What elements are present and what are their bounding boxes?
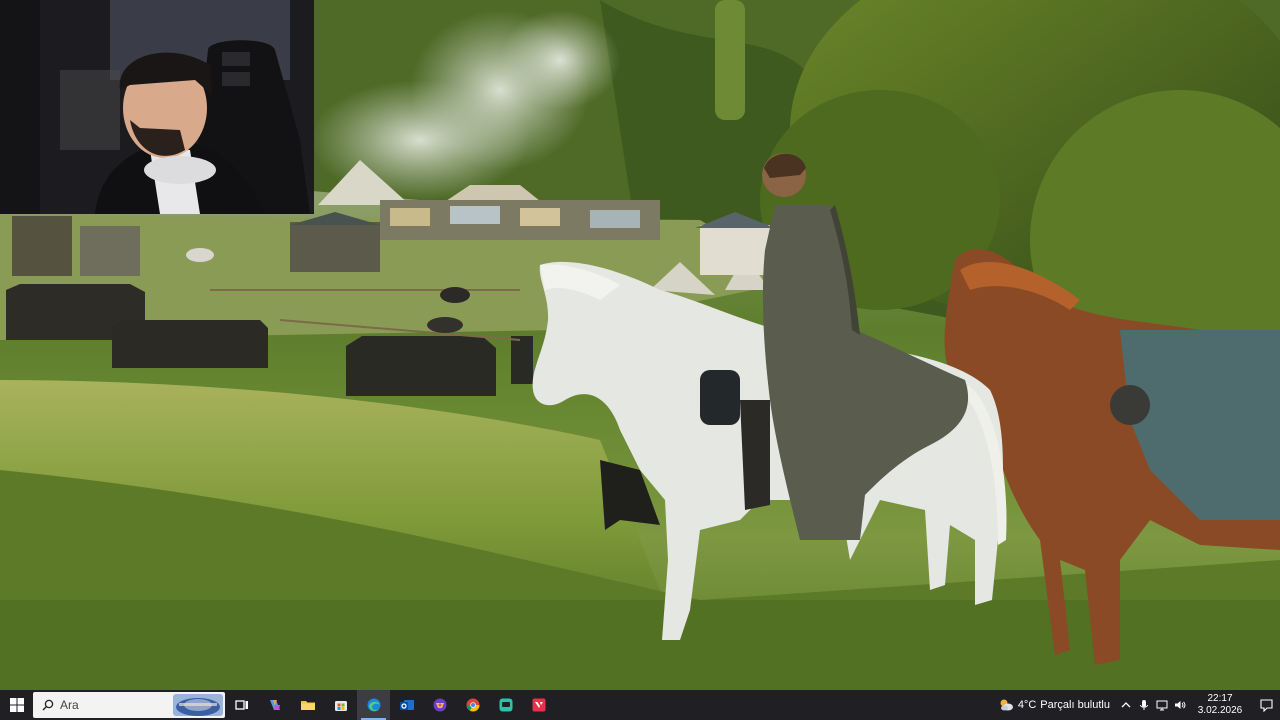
taskbar: 4°C Parçalı bulutlu 22 [0, 690, 1280, 720]
clock-date: 3.02.2026 [1197, 705, 1243, 716]
task-view-button[interactable] [225, 690, 258, 720]
volume-icon[interactable] [1174, 699, 1186, 711]
weather-widget[interactable]: 4°C Parçalı bulutlu [998, 698, 1110, 712]
notification-icon [1259, 698, 1273, 712]
system-tray: 4°C Parçalı bulutlu 22:17 3.02.2026 [998, 690, 1280, 720]
weather-condition: Parçalı bulutlu [1040, 699, 1110, 711]
microphone-icon[interactable] [1138, 699, 1150, 711]
file-explorer-button[interactable] [291, 690, 324, 720]
search-highlight-image [173, 694, 223, 716]
chat-icon [499, 698, 512, 712]
taskbar-search-box[interactable] [33, 692, 225, 718]
store-icon [334, 701, 347, 711]
edge-button[interactable] [357, 690, 390, 720]
chevron-up-icon[interactable] [1120, 699, 1132, 711]
outlook-button[interactable] [390, 690, 423, 720]
webcam-feed [0, 0, 314, 214]
outlook-icon [399, 700, 414, 710]
copilot-button[interactable] [258, 690, 291, 720]
partly-cloudy-icon [1000, 699, 1013, 711]
search-input[interactable] [60, 698, 160, 712]
task-view-icon [234, 700, 248, 710]
chat-app-button[interactable] [489, 690, 522, 720]
tray-icons [1120, 699, 1186, 711]
valorant-icon [532, 698, 545, 712]
chrome-icon [466, 698, 479, 712]
search-icon [42, 699, 54, 711]
game-icon [433, 698, 446, 712]
weather-temperature: 4°C [1017, 699, 1037, 711]
start-button[interactable] [0, 690, 33, 720]
webcam-overlay [0, 0, 314, 214]
search-highlight-globe-icon [173, 694, 223, 716]
clock[interactable]: 22:17 3.02.2026 [1194, 693, 1246, 717]
windows-logo-icon [9, 698, 24, 712]
game-app-button[interactable] [423, 690, 456, 720]
notification-center-button[interactable] [1252, 690, 1280, 720]
chrome-button[interactable] [456, 690, 489, 720]
microsoft-store-button[interactable] [324, 690, 357, 720]
copilot-icon [269, 700, 280, 710]
folder-icon [300, 701, 315, 710]
edge-icon [367, 698, 380, 712]
valorant-button[interactable] [522, 690, 555, 720]
clock-time: 22:17 [1207, 693, 1233, 704]
network-icon[interactable] [1156, 699, 1168, 711]
